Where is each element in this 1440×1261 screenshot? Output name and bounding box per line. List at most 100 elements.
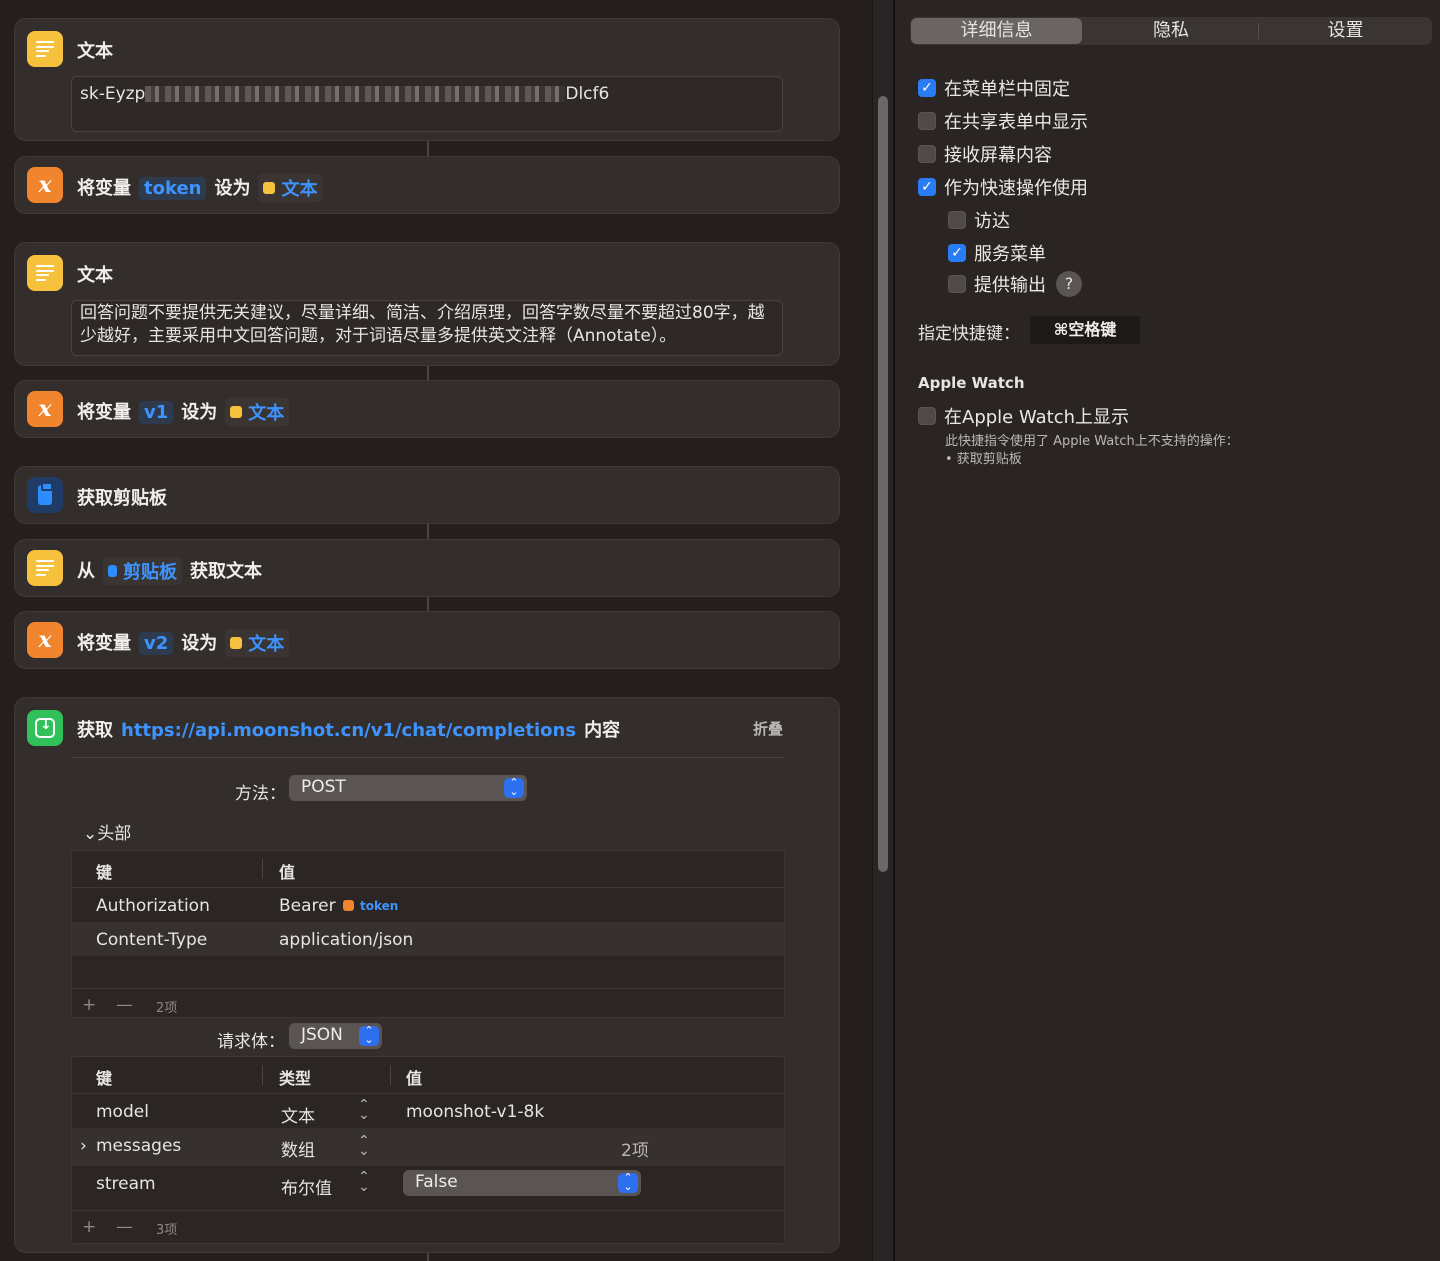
body-key[interactable]: stream [96,1174,156,1194]
column-type: 类型 [279,1069,312,1088]
variable-name-token[interactable]: token [139,177,207,200]
table-row[interactable]: stream 布尔值 ⌃ ⌄ False ⌃ ⌄ [72,1166,784,1200]
get-clipboard-card[interactable]: 获取剪贴板 [14,466,840,524]
option-pin-menubar[interactable]: ✓ 在菜单栏中固定 [918,75,1070,101]
body-key[interactable]: model [96,1102,149,1122]
body-table: 键 类型 值 model 文本 ⌃ ⌄ moonshot-v1-8k › mess… [71,1056,785,1244]
set-variable-card[interactable]: x 将变量 v2 设为 文本 [14,611,840,669]
url-token[interactable]: https://api.moonshot.cn/v1/chat/completi… [121,720,576,741]
option-label: 在共享表单中显示 [944,112,1088,133]
type-stepper-icon[interactable]: ⌃ ⌄ [358,1098,370,1122]
hotkey-field[interactable]: ⌘空格键 [1030,316,1140,344]
get-text-card[interactable]: 从 剪贴板 获取文本 [14,539,840,597]
action-mid: 设为 [181,402,218,423]
table-row[interactable]: › messages 数组 ⌃ ⌄ 2项 [72,1128,784,1166]
header-key[interactable]: Authorization [96,896,210,916]
option-label: 服务菜单 [974,244,1046,265]
body-type[interactable]: 布尔值 [281,1174,332,1199]
option-services-menu[interactable]: ✓ 服务菜单 [948,240,1046,266]
text-action-icon [27,31,63,67]
tab-settings[interactable]: 设置 [1259,17,1432,45]
method-popup[interactable]: POST ⌃ ⌄ [289,775,527,801]
set-variable-card[interactable]: x 将变量 v1 设为 文本 [14,380,840,438]
body-value[interactable]: moonshot-v1-8k [406,1102,544,1122]
checkbox-unchecked[interactable] [918,112,936,130]
body-type-popup[interactable]: JSON ⌃ ⌄ [289,1023,382,1049]
text-action-card[interactable]: 文本 sk-Eyzp Dlcf6 [14,18,840,141]
stream-value-popup[interactable]: False ⌃ ⌄ [403,1170,641,1196]
text-mini-icon [230,406,243,418]
checkbox-unchecked[interactable] [918,145,936,163]
checkbox-checked[interactable]: ✓ [948,244,966,262]
prompt-text-field[interactable]: 回答问题不要提供无关建议，尽量详细、简洁、介绍原理，回答字数尽量不要超过80字，… [71,300,783,356]
divider [71,757,785,758]
action-title: 文本 [77,265,113,286]
variable-mini-icon [343,900,355,911]
type-stepper-icon[interactable]: ⌃ ⌄ [358,1134,370,1158]
help-icon[interactable]: ? [1056,271,1082,297]
chip-label: 文本 [281,179,318,200]
table-row[interactable]: model 文本 ⌃ ⌄ moonshot-v1-8k [72,1094,784,1128]
action-prefix: 将变量 [77,402,131,423]
checkbox-checked[interactable]: ✓ [918,79,936,97]
option-receive-screen[interactable]: 接收屏幕内容 [918,141,1052,167]
checkbox-checked[interactable]: ✓ [918,178,936,196]
checkbox-unchecked[interactable] [948,275,966,293]
tab-privacy[interactable]: 隐私 [1084,17,1258,45]
option-apple-watch[interactable]: 在Apple Watch上显示 [918,403,1129,429]
scrollbar-thumb[interactable] [878,96,888,872]
table-footer: + — 2项 [72,988,784,1017]
stream-value: False [415,1172,458,1192]
option-finder[interactable]: 访达 [948,207,1010,233]
table-header: 键 值 [72,851,784,888]
variable-name-token[interactable]: v1 [139,401,174,424]
popup-chevrons-icon: ⌃ ⌄ [359,1025,379,1046]
text-action-card[interactable]: 文本 回答问题不要提供无关建议，尽量详细、简洁、介绍原理，回答字数尽量不要超过8… [14,242,840,366]
clipboard-variable-chip[interactable]: 剪贴板 [103,557,182,585]
header-value[interactable]: Bearer token [279,896,400,916]
table-row[interactable]: Content-Type application/json [72,922,784,956]
body-key[interactable]: messages [96,1136,181,1156]
variable-x-icon: x [27,167,63,203]
body-type[interactable]: 文本 [281,1102,315,1127]
checkbox-unchecked[interactable] [918,407,936,425]
header-value[interactable]: application/json [279,930,413,950]
variable-name-token[interactable]: v2 [139,632,174,655]
download-icon [27,710,63,746]
collapse-button[interactable]: 折叠 [753,718,783,739]
get-url-contents-card[interactable]: 获取 https://api.moonshot.cn/v1/chat/comple… [14,697,840,1253]
header-key[interactable]: Content-Type [96,930,207,950]
add-row-button[interactable]: + [82,1217,96,1237]
remove-row-button[interactable]: — [116,995,133,1015]
row-count: 2项 [156,1001,178,1016]
api-key-text-field[interactable]: sk-Eyzp Dlcf6 [71,76,783,132]
header-value-text: Bearer [279,896,336,916]
redacted-pixelation [145,86,566,102]
tab-details[interactable]: 详细信息 [911,18,1082,44]
remove-row-button[interactable]: — [116,1217,133,1237]
body-type[interactable]: 数组 [281,1136,315,1161]
option-provide-output[interactable]: 提供输出? [948,271,1082,297]
token-variable-chip[interactable]: token [341,899,400,913]
connector-line [427,1252,429,1261]
checkbox-unchecked[interactable] [948,211,966,229]
connector-line [427,365,429,381]
text-variable-chip[interactable]: 文本 [225,629,290,657]
text-variable-chip[interactable]: 文本 [258,174,323,202]
table-row[interactable]: Authorization Bearer token [72,888,784,922]
option-share-sheet[interactable]: 在共享表单中显示 [918,108,1088,134]
details-panel: 详细信息 隐私 设置 ✓ 在菜单栏中固定 在共享表单中显示 接收屏幕内容 ✓ 作为快… [895,0,1440,1261]
option-label: 作为快速操作使用 [944,178,1088,199]
add-row-button[interactable]: + [82,995,96,1015]
type-stepper-icon[interactable]: ⌃ ⌄ [358,1170,370,1194]
column-key: 键 [96,863,113,882]
variable-x-icon: x [27,622,63,658]
body-value: 2项 [621,1141,649,1161]
text-variable-chip[interactable]: 文本 [225,398,290,426]
option-label: 在菜单栏中固定 [944,79,1070,100]
set-variable-card[interactable]: x 将变量 token 设为 文本 [14,156,840,214]
headers-disclosure[interactable]: ⌄头部 [83,819,131,844]
expand-chevron-icon[interactable]: › [80,1136,87,1156]
option-quick-action[interactable]: ✓ 作为快速操作使用 [918,174,1088,200]
action-prefix: 将变量 [77,633,131,654]
